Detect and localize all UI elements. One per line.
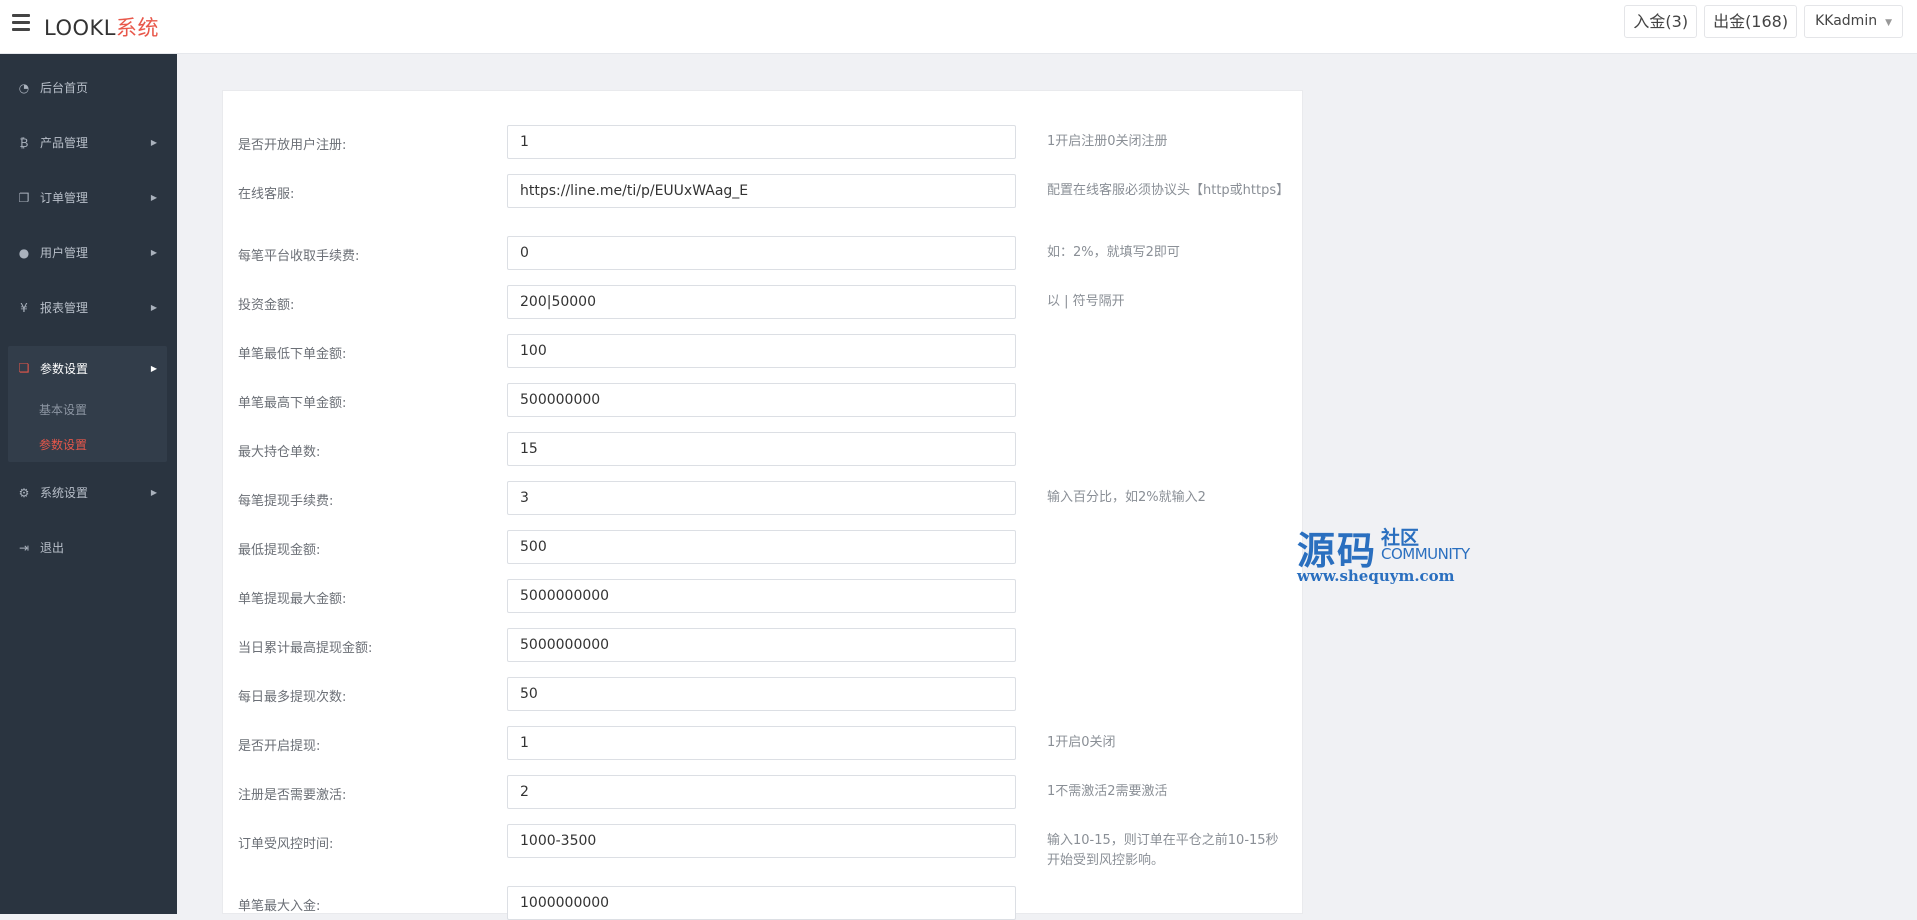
menu-toggle-icon[interactable] xyxy=(12,14,30,31)
deposit-button[interactable]: 入金(3) xyxy=(1624,5,1698,38)
field-label: 最大持仓单数: xyxy=(238,445,321,460)
copy-icon: ❐ xyxy=(18,190,30,205)
watermark-url: www.shequym.com xyxy=(1297,567,1455,585)
sidebar-subitem-params[interactable]: 参数设置 xyxy=(39,436,87,453)
sidebar-item-users[interactable]: ● 用户管理 ▶ xyxy=(0,225,177,280)
files-icon: ❏ xyxy=(18,361,30,375)
brand-name: LOOKL xyxy=(44,16,116,40)
max-order-input[interactable] xyxy=(507,383,1016,417)
sidebar-item-label: 参数设置 xyxy=(40,361,89,376)
field-hint: 配置在线客服必须协议头【http或https】 xyxy=(1047,183,1290,198)
field-label: 每笔提现手续费: xyxy=(238,494,334,509)
field-label: 订单受风控时间: xyxy=(238,837,334,852)
sidebar-item-label: 系统设置 xyxy=(40,486,89,500)
field-label: 最低提现金额: xyxy=(238,543,321,558)
field-label: 是否开放用户注册: xyxy=(238,138,347,153)
brand-logo: LOOKL系统 xyxy=(44,12,159,42)
chevron-right-icon: ▶ xyxy=(150,138,157,147)
sidebar-item-logout[interactable]: ⇥ 退出 xyxy=(0,520,177,575)
field-hint: 1不需激活2需要激活 xyxy=(1047,784,1168,799)
field-label: 每日最多提现次数: xyxy=(238,690,347,705)
user-icon: ● xyxy=(18,245,30,260)
chevron-right-icon: ▶ xyxy=(150,193,157,202)
field-label: 是否开启提现: xyxy=(238,739,321,754)
chevron-right-icon: ▶ xyxy=(150,363,157,373)
field-label: 投资金额: xyxy=(238,298,295,313)
yen-icon: ¥ xyxy=(20,300,28,315)
watermark-community: COMMUNITY xyxy=(1381,545,1470,563)
chevron-down-icon: ▼ xyxy=(1885,18,1892,28)
sidebar: ◔ 后台首页 ₿ 产品管理 ▶ ❐ 订单管理 ▶ ● 用户管理 ▶ ¥ 报表管理… xyxy=(0,54,177,914)
field-label: 每笔平台收取手续费: xyxy=(238,249,360,264)
field-label: 注册是否需要激活: xyxy=(238,788,347,803)
field-label: 单笔最高下单金额: xyxy=(238,396,347,411)
daily-withdraw-limit-input[interactable] xyxy=(507,628,1016,662)
sidebar-item-orders[interactable]: ❐ 订单管理 ▶ xyxy=(0,170,177,225)
sidebar-item-label: 订单管理 xyxy=(40,191,89,205)
min-order-input[interactable] xyxy=(507,334,1016,368)
field-label: 单笔最大入金: xyxy=(238,899,321,914)
field-label: 当日累计最高提现金额: xyxy=(238,641,373,656)
dashboard-icon: ◔ xyxy=(18,80,30,95)
sidebar-item-label: 后台首页 xyxy=(40,81,89,95)
sidebar-item-params[interactable]: ❏ 参数设置 ▶ xyxy=(8,346,167,390)
chevron-right-icon: ▶ xyxy=(150,303,157,312)
field-hint: 输入10-15，则订单在平仓之前10-15秒开始受到风控影响。 xyxy=(1047,833,1279,868)
sidebar-item-label: 产品管理 xyxy=(40,136,89,150)
field-hint: 输入百分比，如2%就输入2 xyxy=(1047,490,1206,505)
field-hint: 如：2%，就填写2即可 xyxy=(1047,245,1180,260)
sidebar-item-products[interactable]: ₿ 产品管理 ▶ xyxy=(0,115,177,170)
field-hint: 1开启注册0关闭注册 xyxy=(1047,134,1168,149)
chevron-right-icon: ▶ xyxy=(150,488,157,497)
field-label: 在线客服: xyxy=(238,187,295,202)
sidebar-subitem-basic[interactable]: 基本设置 xyxy=(39,401,87,418)
field-hint: 以 | 符号隔开 xyxy=(1047,294,1125,309)
max-positions-input[interactable] xyxy=(507,432,1016,466)
sidebar-item-label: 用户管理 xyxy=(40,246,89,260)
activation-required-input[interactable] xyxy=(507,775,1016,809)
field-label: 单笔最低下单金额: xyxy=(238,347,347,362)
risk-control-time-input[interactable] xyxy=(507,824,1016,858)
open-registration-input[interactable] xyxy=(507,125,1016,159)
sidebar-item-dashboard[interactable]: ◔ 后台首页 xyxy=(0,60,177,115)
sidebar-item-system[interactable]: ⚙ 系统设置 ▶ xyxy=(0,465,177,520)
enable-withdraw-input[interactable] xyxy=(507,726,1016,760)
max-deposit-input[interactable] xyxy=(507,886,1016,920)
max-withdraw-input[interactable] xyxy=(507,579,1016,613)
sidebar-group-params: ❏ 参数设置 ▶ 基本设置 参数设置 xyxy=(8,346,167,462)
watermark-logo: 源码 社区 COMMUNITY www.shequym.com xyxy=(1297,520,1497,586)
platform-fee-input[interactable] xyxy=(507,236,1016,270)
gears-icon: ⚙ xyxy=(18,485,30,500)
sidebar-item-label: 报表管理 xyxy=(40,301,89,315)
investment-amount-input[interactable] xyxy=(507,285,1016,319)
field-hint: 1开启0关闭 xyxy=(1047,735,1116,750)
sidebar-item-label: 退出 xyxy=(40,541,65,555)
chevron-right-icon: ▶ xyxy=(150,248,157,257)
withdraw-button[interactable]: 出金(168) xyxy=(1704,5,1798,38)
sign-out-icon: ⇥ xyxy=(18,540,30,555)
sidebar-item-reports[interactable]: ¥ 报表管理 ▶ xyxy=(0,280,177,335)
field-label: 单笔提现最大金额: xyxy=(238,592,347,607)
withdraw-fee-input[interactable] xyxy=(507,481,1016,515)
user-menu-button[interactable]: KKadmin ▼ xyxy=(1804,5,1903,38)
customer-service-input[interactable] xyxy=(507,174,1016,208)
settings-panel: 是否开放用户注册: 1开启注册0关闭注册 在线客服: 配置在线客服必须协议头【h… xyxy=(222,90,1303,920)
daily-withdraw-count-input[interactable] xyxy=(507,677,1016,711)
top-bar: LOOKL系统 入金(3) 出金(168) KKadmin ▼ xyxy=(0,0,1917,54)
user-name: KKadmin xyxy=(1815,13,1878,29)
bitcoin-icon: ₿ xyxy=(19,135,29,150)
min-withdraw-input[interactable] xyxy=(507,530,1016,564)
top-actions: 入金(3) 出金(168) KKadmin ▼ xyxy=(1624,5,1903,38)
brand-suffix: 系统 xyxy=(115,16,159,40)
